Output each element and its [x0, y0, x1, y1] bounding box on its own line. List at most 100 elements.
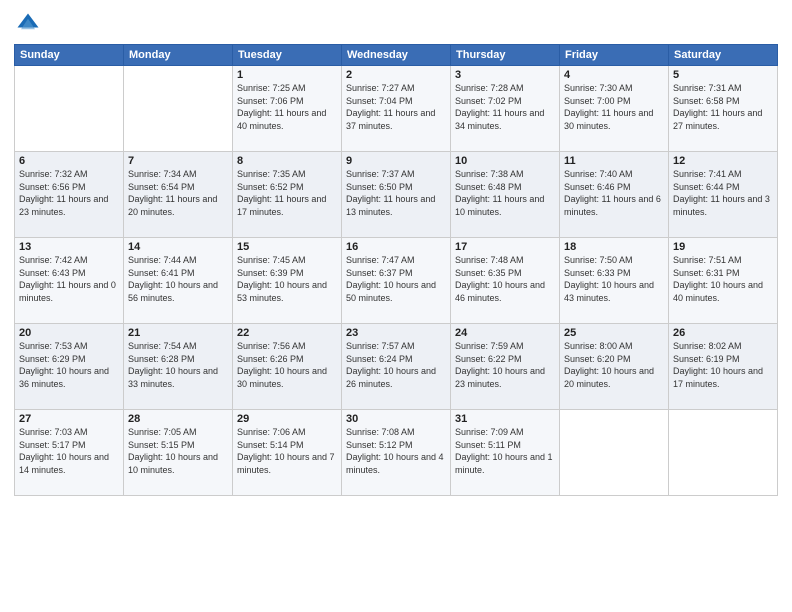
week-row-5: 27Sunrise: 7:03 AM Sunset: 5:17 PM Dayli…	[15, 410, 778, 496]
day-number: 17	[455, 241, 555, 253]
day-cell: 30Sunrise: 7:08 AM Sunset: 5:12 PM Dayli…	[342, 410, 451, 496]
day-number: 16	[346, 241, 446, 253]
day-cell: 17Sunrise: 7:48 AM Sunset: 6:35 PM Dayli…	[451, 238, 560, 324]
day-cell: 14Sunrise: 7:44 AM Sunset: 6:41 PM Dayli…	[124, 238, 233, 324]
day-cell	[124, 66, 233, 152]
day-number: 13	[19, 241, 119, 253]
day-number: 8	[237, 155, 337, 167]
day-detail: Sunrise: 7:37 AM Sunset: 6:50 PM Dayligh…	[346, 168, 446, 218]
day-detail: Sunrise: 7:31 AM Sunset: 6:58 PM Dayligh…	[673, 82, 773, 132]
day-cell: 20Sunrise: 7:53 AM Sunset: 6:29 PM Dayli…	[15, 324, 124, 410]
day-cell: 7Sunrise: 7:34 AM Sunset: 6:54 PM Daylig…	[124, 152, 233, 238]
day-number: 1	[237, 69, 337, 81]
day-detail: Sunrise: 8:02 AM Sunset: 6:19 PM Dayligh…	[673, 340, 773, 390]
day-detail: Sunrise: 7:08 AM Sunset: 5:12 PM Dayligh…	[346, 426, 446, 476]
day-cell: 28Sunrise: 7:05 AM Sunset: 5:15 PM Dayli…	[124, 410, 233, 496]
day-cell: 16Sunrise: 7:47 AM Sunset: 6:37 PM Dayli…	[342, 238, 451, 324]
day-number: 23	[346, 327, 446, 339]
day-number: 18	[564, 241, 664, 253]
day-cell: 8Sunrise: 7:35 AM Sunset: 6:52 PM Daylig…	[233, 152, 342, 238]
day-number: 9	[346, 155, 446, 167]
logo-icon	[14, 10, 42, 38]
day-detail: Sunrise: 7:05 AM Sunset: 5:15 PM Dayligh…	[128, 426, 228, 476]
day-cell: 31Sunrise: 7:09 AM Sunset: 5:11 PM Dayli…	[451, 410, 560, 496]
day-number: 6	[19, 155, 119, 167]
day-cell: 27Sunrise: 7:03 AM Sunset: 5:17 PM Dayli…	[15, 410, 124, 496]
day-cell: 10Sunrise: 7:38 AM Sunset: 6:48 PM Dayli…	[451, 152, 560, 238]
day-number: 28	[128, 413, 228, 425]
page: SundayMondayTuesdayWednesdayThursdayFrid…	[0, 0, 792, 612]
day-detail: Sunrise: 7:44 AM Sunset: 6:41 PM Dayligh…	[128, 254, 228, 304]
week-row-1: 1Sunrise: 7:25 AM Sunset: 7:06 PM Daylig…	[15, 66, 778, 152]
day-detail: Sunrise: 7:40 AM Sunset: 6:46 PM Dayligh…	[564, 168, 664, 218]
day-detail: Sunrise: 7:38 AM Sunset: 6:48 PM Dayligh…	[455, 168, 555, 218]
day-number: 14	[128, 241, 228, 253]
day-number: 19	[673, 241, 773, 253]
day-cell: 3Sunrise: 7:28 AM Sunset: 7:02 PM Daylig…	[451, 66, 560, 152]
day-detail: Sunrise: 7:06 AM Sunset: 5:14 PM Dayligh…	[237, 426, 337, 476]
weekday-header-friday: Friday	[560, 45, 669, 66]
day-detail: Sunrise: 7:09 AM Sunset: 5:11 PM Dayligh…	[455, 426, 555, 476]
day-cell: 11Sunrise: 7:40 AM Sunset: 6:46 PM Dayli…	[560, 152, 669, 238]
day-cell: 23Sunrise: 7:57 AM Sunset: 6:24 PM Dayli…	[342, 324, 451, 410]
weekday-header-wednesday: Wednesday	[342, 45, 451, 66]
day-number: 3	[455, 69, 555, 81]
day-detail: Sunrise: 7:57 AM Sunset: 6:24 PM Dayligh…	[346, 340, 446, 390]
day-number: 29	[237, 413, 337, 425]
day-cell: 21Sunrise: 7:54 AM Sunset: 6:28 PM Dayli…	[124, 324, 233, 410]
day-detail: Sunrise: 7:42 AM Sunset: 6:43 PM Dayligh…	[19, 254, 119, 304]
day-cell: 29Sunrise: 7:06 AM Sunset: 5:14 PM Dayli…	[233, 410, 342, 496]
day-number: 15	[237, 241, 337, 253]
weekday-header-monday: Monday	[124, 45, 233, 66]
weekday-header-tuesday: Tuesday	[233, 45, 342, 66]
day-cell: 6Sunrise: 7:32 AM Sunset: 6:56 PM Daylig…	[15, 152, 124, 238]
week-row-3: 13Sunrise: 7:42 AM Sunset: 6:43 PM Dayli…	[15, 238, 778, 324]
weekday-header-row: SundayMondayTuesdayWednesdayThursdayFrid…	[15, 45, 778, 66]
day-number: 30	[346, 413, 446, 425]
weekday-header-saturday: Saturday	[669, 45, 778, 66]
day-cell	[15, 66, 124, 152]
day-detail: Sunrise: 7:35 AM Sunset: 6:52 PM Dayligh…	[237, 168, 337, 218]
day-number: 26	[673, 327, 773, 339]
day-number: 2	[346, 69, 446, 81]
day-detail: Sunrise: 7:51 AM Sunset: 6:31 PM Dayligh…	[673, 254, 773, 304]
day-cell: 15Sunrise: 7:45 AM Sunset: 6:39 PM Dayli…	[233, 238, 342, 324]
week-row-4: 20Sunrise: 7:53 AM Sunset: 6:29 PM Dayli…	[15, 324, 778, 410]
day-cell	[560, 410, 669, 496]
day-detail: Sunrise: 7:47 AM Sunset: 6:37 PM Dayligh…	[346, 254, 446, 304]
day-number: 20	[19, 327, 119, 339]
day-number: 27	[19, 413, 119, 425]
day-number: 22	[237, 327, 337, 339]
day-detail: Sunrise: 7:25 AM Sunset: 7:06 PM Dayligh…	[237, 82, 337, 132]
day-number: 25	[564, 327, 664, 339]
weekday-header-sunday: Sunday	[15, 45, 124, 66]
day-cell: 19Sunrise: 7:51 AM Sunset: 6:31 PM Dayli…	[669, 238, 778, 324]
day-cell: 22Sunrise: 7:56 AM Sunset: 6:26 PM Dayli…	[233, 324, 342, 410]
calendar-table: SundayMondayTuesdayWednesdayThursdayFrid…	[14, 44, 778, 496]
day-number: 11	[564, 155, 664, 167]
day-detail: Sunrise: 7:50 AM Sunset: 6:33 PM Dayligh…	[564, 254, 664, 304]
day-cell: 13Sunrise: 7:42 AM Sunset: 6:43 PM Dayli…	[15, 238, 124, 324]
day-cell: 2Sunrise: 7:27 AM Sunset: 7:04 PM Daylig…	[342, 66, 451, 152]
day-number: 24	[455, 327, 555, 339]
day-detail: Sunrise: 7:54 AM Sunset: 6:28 PM Dayligh…	[128, 340, 228, 390]
day-cell: 1Sunrise: 7:25 AM Sunset: 7:06 PM Daylig…	[233, 66, 342, 152]
logo	[14, 10, 46, 38]
day-number: 4	[564, 69, 664, 81]
day-detail: Sunrise: 7:41 AM Sunset: 6:44 PM Dayligh…	[673, 168, 773, 218]
day-detail: Sunrise: 7:32 AM Sunset: 6:56 PM Dayligh…	[19, 168, 119, 218]
day-number: 21	[128, 327, 228, 339]
day-number: 10	[455, 155, 555, 167]
day-cell: 5Sunrise: 7:31 AM Sunset: 6:58 PM Daylig…	[669, 66, 778, 152]
day-detail: Sunrise: 7:56 AM Sunset: 6:26 PM Dayligh…	[237, 340, 337, 390]
day-cell: 18Sunrise: 7:50 AM Sunset: 6:33 PM Dayli…	[560, 238, 669, 324]
day-number: 5	[673, 69, 773, 81]
day-cell: 25Sunrise: 8:00 AM Sunset: 6:20 PM Dayli…	[560, 324, 669, 410]
day-cell: 24Sunrise: 7:59 AM Sunset: 6:22 PM Dayli…	[451, 324, 560, 410]
day-number: 12	[673, 155, 773, 167]
day-cell: 9Sunrise: 7:37 AM Sunset: 6:50 PM Daylig…	[342, 152, 451, 238]
day-detail: Sunrise: 7:27 AM Sunset: 7:04 PM Dayligh…	[346, 82, 446, 132]
day-cell	[669, 410, 778, 496]
day-detail: Sunrise: 7:28 AM Sunset: 7:02 PM Dayligh…	[455, 82, 555, 132]
week-row-2: 6Sunrise: 7:32 AM Sunset: 6:56 PM Daylig…	[15, 152, 778, 238]
